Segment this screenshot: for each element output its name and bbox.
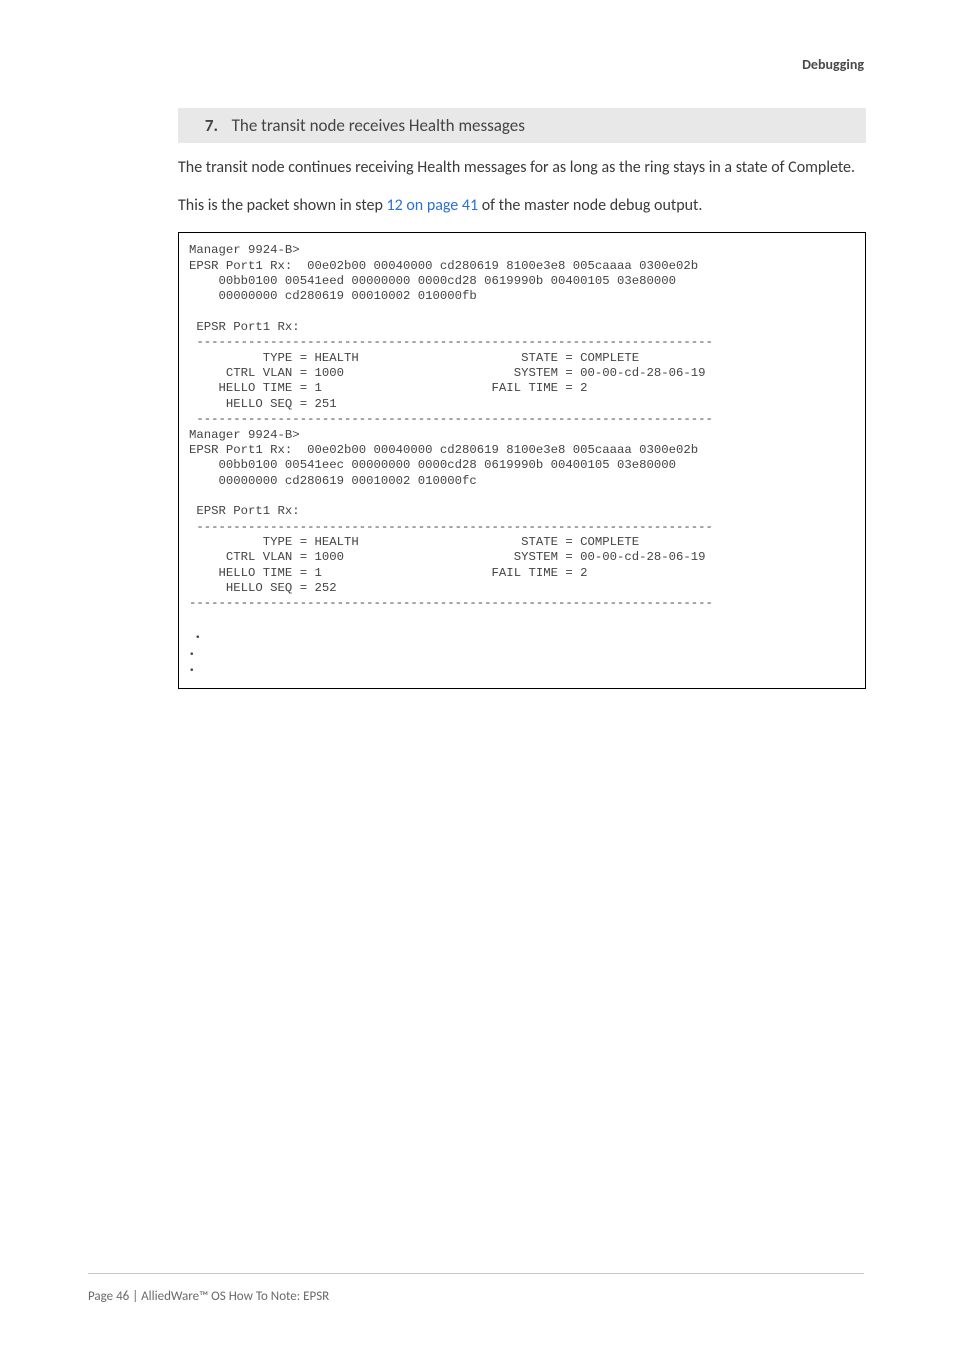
running-header: Debugging	[802, 56, 864, 73]
step-number: 7.	[192, 115, 218, 136]
code-text: Manager 9924-B> EPSR Port1 Rx: 00e02b00 …	[189, 243, 713, 610]
para2-tail: of the master node debug output.	[478, 196, 702, 215]
crossref-link[interactable]: 12 on page 41	[387, 196, 479, 215]
paragraph-1: The transit node continues receiving Hea…	[178, 157, 866, 179]
footer-text: Page 46 | AlliedWare™ OS How To Note: EP…	[88, 1289, 329, 1304]
paragraph-2: This is the packet shown in step 12 on p…	[178, 195, 866, 217]
step-title: The transit node receives Health message…	[232, 115, 525, 136]
footer-rule	[88, 1273, 864, 1274]
para2-lead: This is the packet shown in step	[178, 196, 387, 215]
main-content: 7. The transit node receives Health mess…	[178, 108, 866, 689]
code-block: Manager 9924-B> EPSR Port1 Rx: 00e02b00 …	[178, 232, 866, 689]
step-heading: 7. The transit node receives Health mess…	[178, 108, 866, 143]
ellipsis-icon: . . .	[189, 617, 201, 677]
